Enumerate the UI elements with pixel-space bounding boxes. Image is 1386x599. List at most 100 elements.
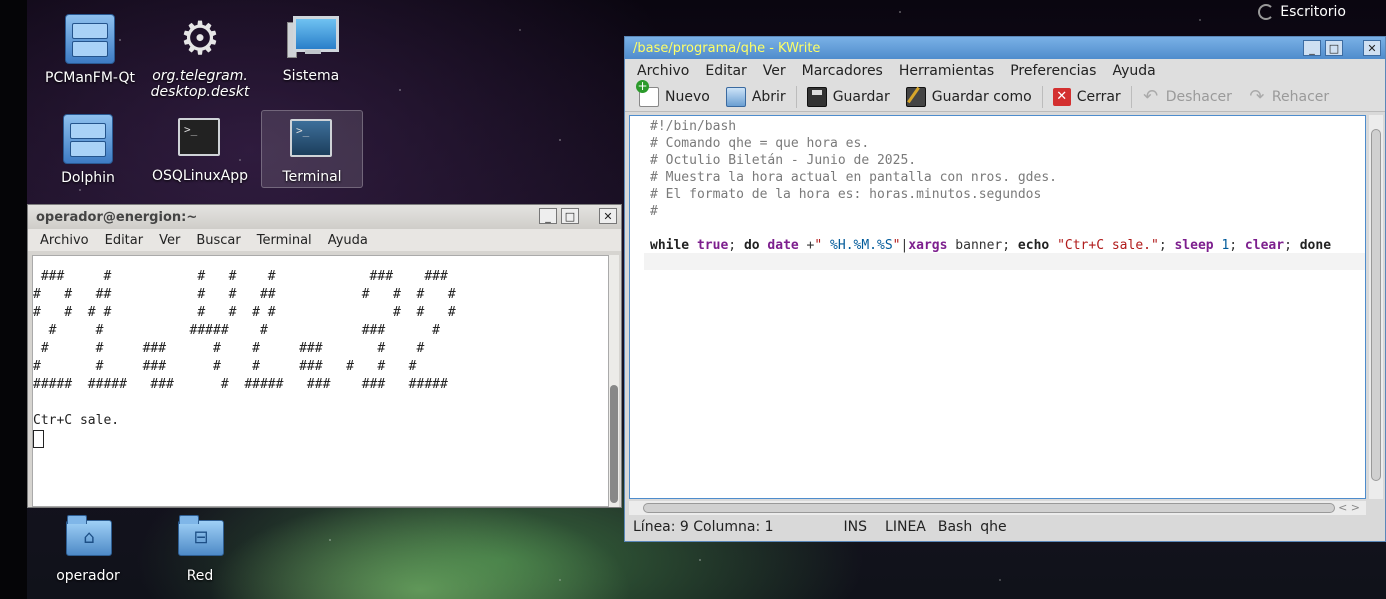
desktop-icon-dolphin[interactable]: Dolphin — [38, 114, 138, 186]
scrollbar-thumb[interactable] — [643, 503, 1335, 513]
window-title: operador@energion:~ — [36, 209, 198, 225]
code-line: # — [650, 204, 658, 219]
menu-editar[interactable]: Editar — [697, 63, 754, 79]
undo-button-label: Deshacer — [1165, 89, 1232, 105]
menu-ver[interactable]: Ver — [755, 63, 794, 79]
terminal-window: operador@energion:~ _ □ ✕ Archivo Editar… — [27, 204, 622, 508]
minimize-button[interactable]: _ — [1303, 40, 1321, 56]
code-line: # El formato de la hora es: horas.minuto… — [650, 187, 1042, 202]
undo-button[interactable]: ↶ Deshacer — [1134, 84, 1240, 110]
editor-vertical-scrollbar[interactable] — [1369, 115, 1383, 499]
insert-mode[interactable]: INS — [844, 519, 868, 535]
menu-ayuda[interactable]: Ayuda — [1104, 63, 1163, 79]
window-title: /base/programa/qhe - KWrite — [633, 40, 821, 56]
terminal-scrollbar[interactable] — [609, 255, 619, 507]
line-mode[interactable]: LINEA — [885, 519, 926, 535]
computer-icon — [287, 14, 339, 62]
kwrite-toolbar: Nuevo Abrir Guardar Guardar como ✕ Cerrar… — [625, 80, 1385, 112]
save-as-icon — [905, 87, 926, 107]
menu-archivo[interactable]: Archivo — [32, 233, 97, 248]
kwrite-window: /base/programa/qhe - KWrite _ □ ✕ Archiv… — [624, 36, 1386, 542]
gear-icon: ⚙ — [179, 11, 221, 65]
open-file-icon — [725, 87, 746, 107]
menu-ayuda[interactable]: Ayuda — [320, 233, 376, 248]
desktop-icon-red[interactable]: ⊟ Red — [150, 514, 250, 584]
desktop-icon-label: PCManFM-Qt — [45, 70, 135, 86]
menu-archivo[interactable]: Archivo — [629, 63, 697, 79]
desktop-switch-icon — [1258, 4, 1275, 20]
desktop-icon-sistema[interactable]: Sistema — [261, 14, 361, 84]
new-document-icon — [636, 80, 659, 107]
desktop-icon-terminal[interactable]: >_ Terminal — [261, 110, 363, 188]
save-icon — [806, 87, 827, 107]
terminal-output-area[interactable]: ### # # # # ### ### # # ## # # ## # # # … — [32, 255, 609, 507]
text-cursor — [33, 430, 44, 448]
menu-marcadores[interactable]: Marcadores — [794, 63, 891, 79]
desktop-icon-telegram[interactable]: ⚙ org.telegram.desktop.deskt — [150, 14, 250, 100]
desktop-indicator[interactable]: Escritorio — [1258, 4, 1346, 20]
maximize-button[interactable]: □ — [1325, 40, 1343, 56]
desktop-icon-label: org.telegram.desktop.deskt — [150, 68, 250, 100]
toolbar-separator — [1041, 86, 1043, 108]
toolbar-separator — [795, 86, 797, 108]
code-line: # Octulio Biletán - Junio de 2025. — [650, 153, 917, 168]
menu-preferencias[interactable]: Preferencias — [1002, 63, 1104, 79]
desktop-icon-pcmanfm[interactable]: PCManFM-Qt — [40, 14, 140, 86]
desktop-icon-osqlinuxapp[interactable]: >_ OSQLinuxApp — [150, 114, 250, 184]
code-line-while-loop: while true; do date +" %H.%M.%S"|xargs b… — [650, 238, 1332, 253]
home-folder-icon: ⌂ — [64, 514, 112, 562]
terminal-menubar: Archivo Editar Ver Buscar Terminal Ayuda — [28, 229, 621, 251]
desktop-icon-label: Dolphin — [61, 170, 115, 186]
menu-buscar[interactable]: Buscar — [188, 233, 248, 248]
kwrite-statusbar: Línea: 9 Columna: 1 INS LINEA Bash qhe — [633, 519, 1027, 535]
terminal-icon: >_ — [176, 114, 224, 162]
close-icon: ✕ — [1052, 88, 1071, 106]
desktop-icon-operador[interactable]: ⌂ operador — [38, 514, 138, 584]
scroll-arrows-icon[interactable]: < > — [1338, 501, 1360, 514]
network-folder-icon: ⊟ — [176, 514, 224, 562]
save-as-button[interactable]: Guardar como — [898, 84, 1040, 110]
code-line: #!/bin/bash — [650, 119, 737, 134]
desktop-icon-label: Sistema — [282, 68, 340, 84]
close-button[interactable]: ✕ — [1363, 40, 1381, 56]
terminal-icon: >_ — [288, 115, 336, 163]
desktop-indicator-label: Escritorio — [1280, 4, 1346, 20]
redo-button-label: Rehacer — [1271, 89, 1330, 105]
menu-editar[interactable]: Editar — [97, 233, 152, 248]
undo-icon: ↶ — [1143, 86, 1159, 107]
syntax-mode[interactable]: Bash — [938, 519, 972, 535]
close-button[interactable]: ✕ — [599, 208, 617, 224]
desktop-icon-label: operador — [56, 568, 120, 584]
menu-terminal[interactable]: Terminal — [249, 233, 320, 248]
open-button-label: Abrir — [751, 89, 786, 105]
open-button[interactable]: Abrir — [718, 84, 794, 110]
cursor-position: Línea: 9 Columna: 1 — [633, 519, 774, 535]
redo-button[interactable]: ↷ Rehacer — [1240, 84, 1337, 110]
file-cabinet-icon — [65, 14, 115, 64]
scrollbar-thumb[interactable] — [610, 385, 618, 503]
maximize-button[interactable]: □ — [561, 208, 579, 224]
kwrite-titlebar[interactable]: /base/programa/qhe - KWrite — [625, 37, 1385, 59]
terminal-titlebar[interactable]: operador@energion:~ — [28, 205, 621, 229]
editor-area[interactable]: #!/bin/bash # Comando qhe = que hora es.… — [629, 115, 1366, 499]
desktop-icon-label: Terminal — [282, 169, 342, 185]
menu-herramientas[interactable]: Herramientas — [891, 63, 1002, 79]
toolbar-separator — [1130, 86, 1132, 108]
save-button[interactable]: Guardar — [799, 84, 898, 110]
redo-icon: ↷ — [1249, 86, 1265, 107]
close-document-button[interactable]: ✕ Cerrar — [1045, 84, 1129, 110]
current-line-highlight — [644, 253, 1365, 270]
code-line: # Comando qhe = que hora es. — [650, 136, 870, 151]
close-document-label: Cerrar — [1076, 89, 1121, 105]
new-button[interactable]: Nuevo — [631, 80, 718, 110]
desktop-icon-label: Red — [186, 568, 214, 584]
minimize-button[interactable]: _ — [539, 208, 557, 224]
code-line: # Muestra la hora actual en pantalla con… — [650, 170, 1057, 185]
menu-ver[interactable]: Ver — [151, 233, 188, 248]
kwrite-menubar: Archivo Editar Ver Marcadores Herramient… — [625, 59, 1385, 83]
new-button-label: Nuevo — [665, 89, 710, 105]
scrollbar-thumb[interactable] — [1371, 129, 1381, 481]
desktop-icon-label: OSQLinuxApp — [152, 168, 248, 184]
editor-horizontal-scrollbar[interactable]: < > — [629, 501, 1366, 515]
save-as-button-label: Guardar como — [931, 89, 1032, 105]
